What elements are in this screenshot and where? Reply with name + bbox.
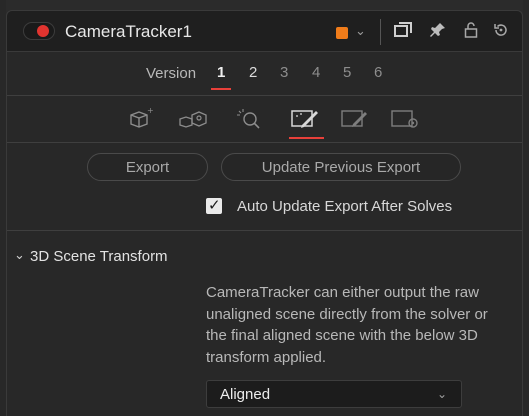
- version-1[interactable]: 1: [217, 64, 225, 81]
- view-icon[interactable]: [394, 22, 412, 43]
- update-previous-export-button[interactable]: Update Previous Export: [221, 153, 461, 181]
- version-3[interactable]: 3: [280, 64, 288, 81]
- auto-update-label: Auto Update Export After Solves: [237, 198, 453, 215]
- reset-icon[interactable]: [493, 22, 509, 43]
- track-tab-icon[interactable]: +: [126, 106, 156, 130]
- version-bar: Version 1 2 3 4 5 6: [6, 52, 523, 95]
- version-2[interactable]: 2: [249, 64, 257, 81]
- active-version-indicator: [211, 88, 231, 90]
- svg-text:+: +: [147, 107, 154, 115]
- auto-update-checkbox[interactable]: ✓: [206, 197, 222, 214]
- scene-transform-dropdown[interactable]: Aligned ⌄: [206, 380, 462, 408]
- solve-tab-icon[interactable]: [234, 106, 264, 130]
- tab-bar: +: [6, 96, 523, 142]
- tool-header: CameraTracker1 ⌄: [6, 10, 523, 52]
- tool-name: CameraTracker1: [65, 22, 192, 41]
- pin-icon[interactable]: [430, 22, 446, 43]
- lock-icon[interactable]: [464, 22, 478, 43]
- checkmark-icon: ✓: [208, 197, 221, 214]
- divider: [7, 142, 522, 143]
- divider: [7, 230, 522, 231]
- export-tab-icon[interactable]: [290, 106, 320, 130]
- active-tab-indicator: [289, 137, 324, 139]
- section-title[interactable]: 3D Scene Transform: [30, 248, 168, 265]
- version-6[interactable]: 6: [374, 64, 382, 81]
- version-5[interactable]: 5: [343, 64, 351, 81]
- chevron-down-icon: ⌄: [436, 387, 447, 401]
- header-divider: [380, 19, 381, 45]
- version-4[interactable]: 4: [312, 64, 320, 81]
- export-button[interactable]: Export: [87, 153, 208, 181]
- color-swatch[interactable]: [336, 27, 348, 39]
- enable-toggle[interactable]: [23, 22, 55, 40]
- export-edit-tab-icon[interactable]: [340, 106, 370, 130]
- dropdown-value: Aligned: [220, 386, 271, 403]
- version-label: Version: [146, 65, 197, 82]
- chevron-down-icon[interactable]: ⌄: [355, 23, 366, 39]
- options-tab-icon[interactable]: [390, 106, 420, 130]
- section-description: CameraTracker can either output the raw …: [206, 284, 488, 366]
- section-collapse-chevron-icon[interactable]: ⌄: [14, 247, 25, 263]
- camera-tab-icon[interactable]: [178, 106, 208, 130]
- enable-toggle-icon: [37, 25, 49, 37]
